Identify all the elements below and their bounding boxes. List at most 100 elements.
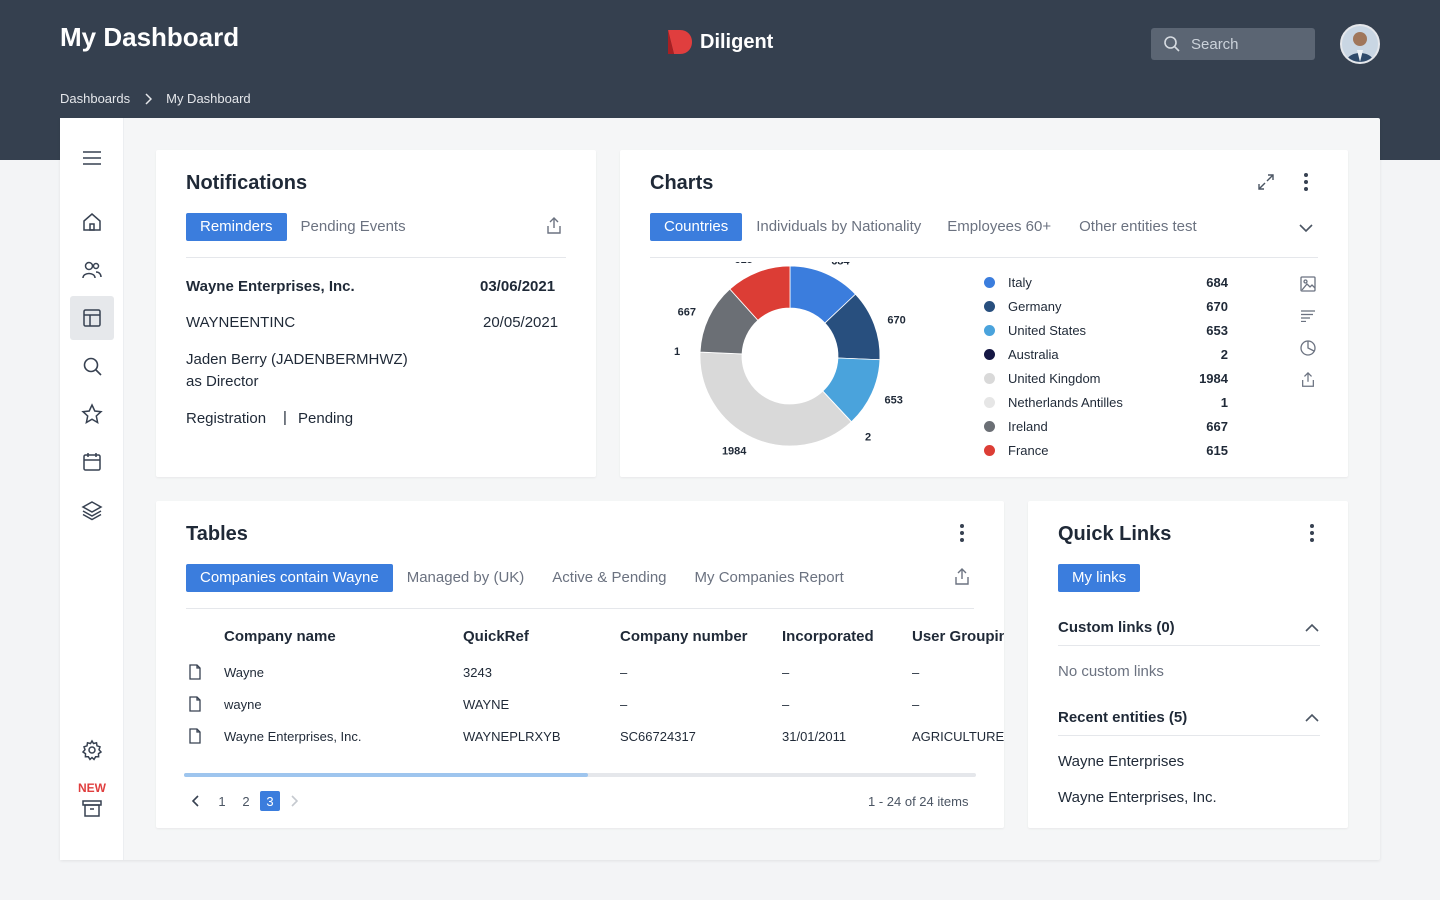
column-company-name[interactable]: Company name [224, 628, 336, 645]
layers-icon[interactable] [70, 488, 114, 532]
donut-data-label: 667 [678, 307, 696, 319]
menu-icon[interactable] [70, 136, 114, 180]
dashboard-icon[interactable] [70, 296, 114, 340]
legend-label: United States [1008, 322, 1087, 338]
recent-entities-header[interactable]: Recent entities (5) [1058, 709, 1187, 726]
image-icon[interactable] [1298, 274, 1318, 294]
legend-entry[interactable]: United States 653 [984, 318, 1228, 342]
tab-my-companies-report[interactable]: My Companies Report [681, 564, 858, 592]
horizontal-scrollbar[interactable] [184, 773, 976, 777]
legend-entry[interactable]: Australia 2 [984, 342, 1228, 366]
column-company-number[interactable]: Company number [620, 628, 748, 645]
page-2[interactable]: 2 [236, 791, 256, 811]
notification-person: Jaden Berry (JADENBERMHWZ) [186, 351, 408, 368]
star-icon[interactable] [70, 392, 114, 436]
search-icon[interactable] [70, 344, 114, 388]
column-quickref[interactable]: QuickRef [463, 628, 529, 645]
tab-individuals-by-nationality[interactable]: Individuals by Nationality [742, 213, 935, 241]
legend-entry[interactable]: Italy 684 [984, 270, 1228, 294]
legend-swatch [984, 324, 995, 336]
charts-divider [650, 257, 1318, 258]
diligent-logo-icon [668, 30, 692, 54]
donut-data-label: 653 [885, 394, 903, 406]
legend-entry[interactable]: United Kingdom 1984 [984, 366, 1228, 390]
chevron-down-icon[interactable] [1296, 218, 1316, 238]
calendar-icon[interactable] [70, 440, 114, 484]
archive-icon[interactable] [70, 786, 114, 830]
legend-label: Germany [1008, 298, 1062, 314]
donut-data-label: 684 [831, 262, 850, 268]
table-cell: 31/01/2011 [782, 729, 847, 744]
custom-links-header[interactable]: Custom links (0) [1058, 619, 1175, 636]
recent-entities-divider [1058, 735, 1320, 736]
tab-employees-60[interactable]: Employees 60+ [933, 213, 1065, 241]
sort-icon[interactable] [1298, 306, 1318, 326]
more-vertical-icon[interactable] [952, 523, 972, 543]
home-icon[interactable] [70, 200, 114, 244]
breadcrumb-dashboards[interactable]: Dashboards [60, 91, 130, 106]
search-icon [1164, 36, 1180, 52]
legend-entry[interactable]: France 615 [984, 438, 1228, 462]
quick-links-card: Quick Links My links Custom links (0) No… [1028, 501, 1348, 828]
table-cell-company[interactable]: Wayne [224, 665, 264, 680]
next-page-icon[interactable] [284, 791, 304, 811]
table-cell-company[interactable]: wayne [224, 697, 262, 712]
share-icon[interactable] [1298, 370, 1318, 390]
share-icon[interactable] [544, 216, 564, 236]
donut-slice[interactable] [699, 351, 852, 447]
prev-page-icon[interactable] [186, 791, 206, 811]
notification-role: as Director [186, 373, 259, 390]
user-photo-icon [1342, 26, 1378, 62]
tab-countries[interactable]: Countries [650, 213, 743, 241]
charts-card: Charts Countries Individuals by National… [620, 150, 1348, 477]
tab-my-links[interactable]: My links [1058, 564, 1141, 592]
table-cell: – [782, 697, 790, 712]
gear-icon[interactable] [70, 728, 114, 772]
tables-title: Tables [186, 523, 248, 545]
search-placeholder: Search [1191, 35, 1239, 53]
expand-icon[interactable] [1256, 172, 1276, 192]
tab-reminders[interactable]: Reminders [186, 213, 287, 241]
table-cell: 3243 [463, 665, 492, 680]
column-user-grouping[interactable]: User Groupin [912, 628, 1004, 645]
table-cell: – [912, 665, 920, 680]
tab-pending-events[interactable]: Pending Events [287, 213, 420, 241]
notification-code: WAYNEENTINC [186, 314, 296, 331]
page-1[interactable]: 1 [212, 791, 232, 811]
tab-active-pending[interactable]: Active & Pending [538, 564, 680, 592]
tab-other-entities-test[interactable]: Other entities test [1065, 213, 1211, 241]
chevron-up-icon[interactable] [1302, 709, 1322, 725]
notification-event-type: Registration [186, 410, 267, 427]
charts-title: Charts [650, 172, 714, 194]
legend-label: Italy [1008, 274, 1032, 290]
table-cell-company[interactable]: Wayne Enterprises, Inc. [224, 729, 362, 744]
share-icon[interactable] [952, 567, 972, 587]
donut-data-label: 670 [887, 315, 905, 327]
chevron-up-icon[interactable] [1302, 619, 1322, 635]
pie-chart-icon[interactable] [1298, 338, 1318, 358]
legend-label: Australia [1008, 346, 1059, 362]
tab-companies-contain-wayne[interactable]: Companies contain Wayne [186, 564, 393, 592]
legend-entry[interactable]: Germany 670 [984, 294, 1228, 318]
legend-swatch [984, 348, 995, 360]
donut-data-label: 615 [734, 262, 752, 266]
notification-date: 03/06/2021 [480, 278, 556, 295]
brand-logo[interactable]: Diligent [666, 28, 773, 56]
column-incorporated[interactable]: Incorporated [782, 628, 874, 645]
legend-entry[interactable]: Ireland 667 [984, 414, 1228, 438]
search-box[interactable]: Search [1151, 28, 1315, 60]
legend-entry[interactable]: Netherlands Antilles 1 [984, 390, 1228, 414]
tab-managed-by-uk[interactable]: Managed by (UK) [393, 564, 539, 592]
scrollbar-thumb[interactable] [184, 773, 588, 777]
recent-entity-link[interactable]: Wayne Enterprises, Inc. [1058, 789, 1217, 806]
page-title: My Dashboard [60, 22, 240, 52]
notification-entity[interactable]: Wayne Enterprises, Inc. [186, 278, 355, 295]
recent-entity-link[interactable]: Wayne Enterprises [1058, 753, 1184, 770]
quick-links-title: Quick Links [1058, 523, 1172, 545]
custom-links-divider [1058, 645, 1320, 646]
avatar[interactable] [1340, 24, 1380, 64]
more-vertical-icon[interactable] [1296, 172, 1316, 192]
users-icon[interactable] [70, 248, 114, 292]
page-3[interactable]: 3 [260, 791, 280, 811]
more-vertical-icon[interactable] [1302, 523, 1322, 543]
